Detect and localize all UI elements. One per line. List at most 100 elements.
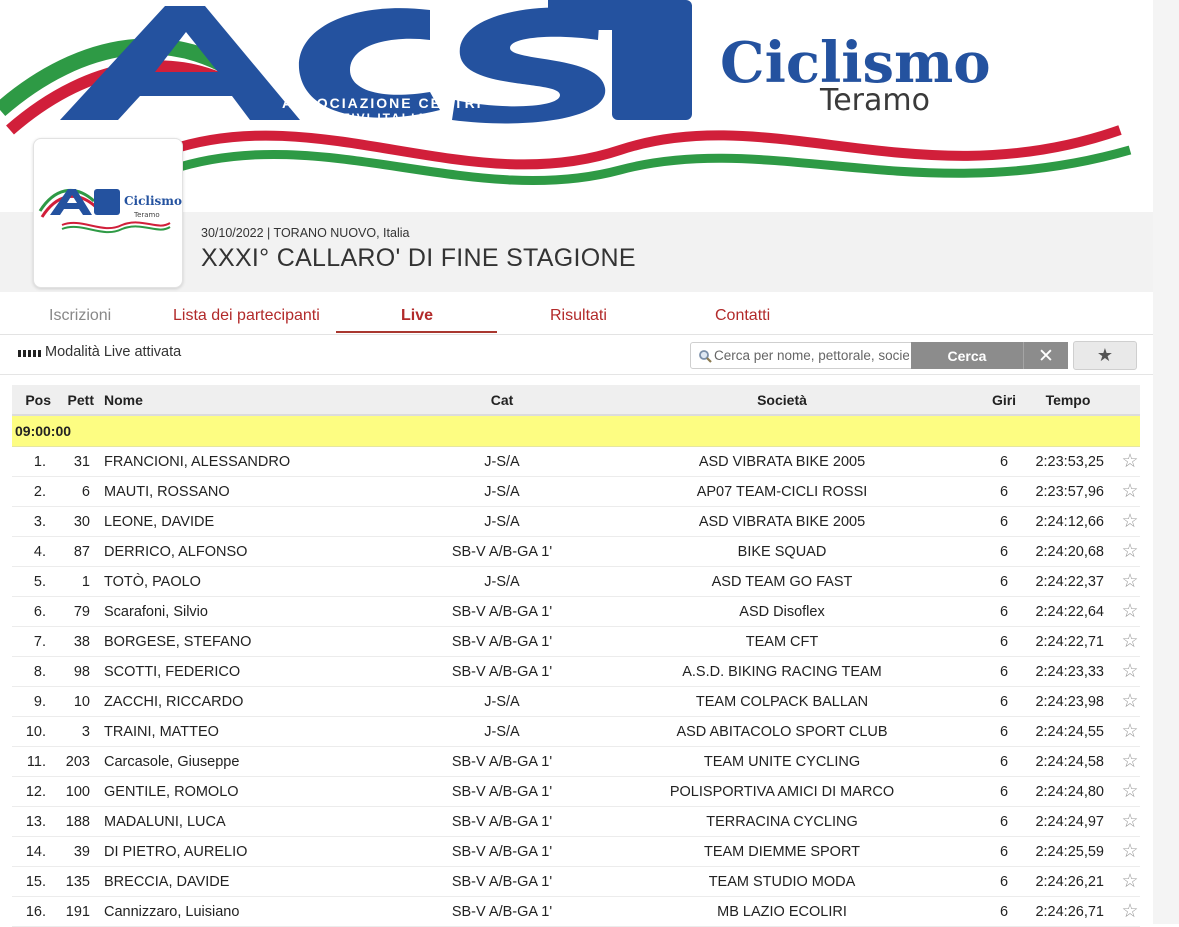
row-societa: A.S.D. BIKING RACING TEAM bbox=[682, 663, 882, 680]
row-nome: MADALUNI, LUCA bbox=[104, 813, 226, 830]
favorites-button[interactable]: ★ bbox=[1073, 341, 1137, 370]
tab-bar: Iscrizioni Lista dei partecipanti Live R… bbox=[0, 300, 1153, 335]
row-societa: TEAM CFT bbox=[745, 633, 819, 650]
row-cat: SB-V A/B-GA 1' bbox=[451, 543, 553, 560]
row-cat: J-S/A bbox=[484, 693, 520, 710]
active-tab-indicator bbox=[336, 331, 497, 333]
row-tempo: 2:24:12,66 bbox=[1035, 513, 1104, 530]
favorite-star-icon[interactable]: ☆ bbox=[1120, 507, 1140, 536]
start-time-label: 09:00:00 bbox=[15, 423, 72, 439]
header-pett[interactable]: Pett bbox=[57, 385, 94, 414]
table-row[interactable]: 6. 79 Scarafoni, Silvio SB-V A/B-GA 1' ASD D… bbox=[12, 597, 1140, 627]
row-cat: J-S/A bbox=[484, 453, 520, 470]
table-row[interactable]: 7. 38 BORGESE, STEFANO SB-V A/B-GA 1' TEAM C… bbox=[12, 627, 1140, 657]
header-societa[interactable]: Società bbox=[612, 385, 952, 414]
row-tempo: 2:24:20,68 bbox=[1035, 543, 1104, 560]
favorite-star-icon[interactable]: ☆ bbox=[1120, 537, 1140, 566]
live-status-text: Modalità Live attivata bbox=[45, 344, 182, 360]
row-nome: TOTÒ, PAOLO bbox=[104, 573, 201, 590]
row-pos: 14. bbox=[25, 843, 46, 860]
table-row[interactable]: 14. 39 DI PIETRO, AURELIO SB-V A/B-GA 1' TEA… bbox=[12, 837, 1140, 867]
favorite-star-icon[interactable]: ☆ bbox=[1120, 567, 1140, 596]
row-tempo: 2:24:22,64 bbox=[1035, 603, 1104, 620]
table-row[interactable]: 13. 188 MADALUNI, LUCA SB-V A/B-GA 1' TERRAC… bbox=[12, 807, 1140, 837]
favorite-star-icon[interactable]: ☆ bbox=[1120, 807, 1140, 836]
header-cat[interactable]: Cat bbox=[432, 385, 572, 414]
row-societa: POLISPORTIVA AMICI DI MARCO bbox=[669, 783, 895, 800]
row-societa: ASD ABITACOLO SPORT CLUB bbox=[676, 723, 888, 740]
table-row[interactable]: 5. 1 TOTÒ, PAOLO J-S/A ASD TEAM GO FAST 6 2:24… bbox=[12, 567, 1140, 597]
row-tempo: 2:24:26,71 bbox=[1035, 903, 1104, 920]
header-giri[interactable]: Giri bbox=[982, 385, 1026, 414]
row-cat: SB-V A/B-GA 1' bbox=[451, 873, 553, 890]
tab-risultati[interactable]: Risultati bbox=[550, 307, 607, 325]
table-row[interactable]: 12. 100 GENTILE, ROMOLO SB-V A/B-GA 1' POLIS… bbox=[12, 777, 1140, 807]
row-cat: SB-V A/B-GA 1' bbox=[451, 783, 553, 800]
favorite-star-icon[interactable]: ☆ bbox=[1120, 447, 1140, 476]
row-nome: LEONE, DAVIDE bbox=[104, 513, 215, 530]
row-pett: 38 bbox=[73, 633, 90, 650]
row-giri: 6 bbox=[999, 783, 1009, 800]
row-cat: SB-V A/B-GA 1' bbox=[451, 843, 553, 860]
organizer-logo[interactable]: Ciclismo Teramo bbox=[33, 138, 183, 288]
header-tempo[interactable]: Tempo bbox=[1036, 385, 1100, 414]
row-cat: SB-V A/B-GA 1' bbox=[451, 633, 553, 650]
search-input[interactable] bbox=[712, 348, 909, 363]
favorite-star-icon[interactable]: ☆ bbox=[1120, 777, 1140, 806]
row-pos: 3. bbox=[33, 513, 46, 530]
row-tempo: 2:23:57,96 bbox=[1035, 483, 1104, 500]
table-row[interactable]: 16. 191 Cannizzaro, Luisiano SB-V A/B-GA 1'… bbox=[12, 897, 1140, 927]
row-pett: 203 bbox=[65, 753, 90, 770]
close-icon: ✕ bbox=[1038, 344, 1054, 367]
tab-live[interactable]: Live bbox=[401, 307, 433, 325]
tab-iscrizioni[interactable]: Iscrizioni bbox=[49, 307, 111, 325]
table-row[interactable]: 1. 31 FRANCIONI, ALESSANDRO J-S/A ASD VIBRAT… bbox=[12, 447, 1140, 477]
row-cat: SB-V A/B-GA 1' bbox=[451, 663, 553, 680]
table-row[interactable]: 11. 203 Carcasole, Giuseppe SB-V A/B-GA 1' T… bbox=[12, 747, 1140, 777]
header-pos[interactable]: Pos bbox=[12, 385, 51, 414]
row-pos: 4. bbox=[33, 543, 46, 560]
row-cat: SB-V A/B-GA 1' bbox=[451, 813, 553, 830]
row-pett: 100 bbox=[65, 783, 90, 800]
row-societa: MB LAZIO ECOLIRI bbox=[717, 903, 847, 920]
favorite-star-icon[interactable]: ☆ bbox=[1120, 867, 1140, 896]
row-giri: 6 bbox=[999, 723, 1009, 740]
row-pett: 79 bbox=[73, 603, 90, 620]
favorite-star-icon[interactable]: ☆ bbox=[1120, 897, 1140, 926]
row-pett: 1 bbox=[81, 573, 90, 590]
row-tempo: 2:24:25,59 bbox=[1035, 843, 1104, 860]
row-tempo: 2:24:24,55 bbox=[1035, 723, 1104, 740]
table-row[interactable]: 15. 135 BRECCIA, DAVIDE SB-V A/B-GA 1' TEAM … bbox=[12, 867, 1140, 897]
live-status: Modalità Live attivata bbox=[18, 344, 181, 360]
table-row[interactable]: 4. 87 DERRICO, ALFONSO SB-V A/B-GA 1' BIKE S… bbox=[12, 537, 1140, 567]
header-nome[interactable]: Nome bbox=[104, 385, 404, 414]
favorite-star-icon[interactable]: ☆ bbox=[1120, 657, 1140, 686]
row-pos: 2. bbox=[33, 483, 46, 500]
star-icon: ★ bbox=[1096, 345, 1114, 366]
favorite-star-icon[interactable]: ☆ bbox=[1120, 477, 1140, 506]
event-date: 30/10/2022 bbox=[201, 226, 264, 240]
row-tempo: 2:24:24,58 bbox=[1035, 753, 1104, 770]
row-cat: SB-V A/B-GA 1' bbox=[451, 753, 553, 770]
favorite-star-icon[interactable]: ☆ bbox=[1120, 837, 1140, 866]
table-row[interactable]: 3. 30 LEONE, DAVIDE J-S/A ASD VIBRATA BIKE 2… bbox=[12, 507, 1140, 537]
favorite-star-icon[interactable]: ☆ bbox=[1120, 597, 1140, 626]
row-pett: 10 bbox=[73, 693, 90, 710]
table-row[interactable]: 10. 3 TRAINI, MATTEO J-S/A ASD ABITACOLO SPO… bbox=[12, 717, 1140, 747]
tab-lista-partecipanti[interactable]: Lista dei partecipanti bbox=[173, 307, 320, 325]
favorite-star-icon[interactable]: ☆ bbox=[1120, 717, 1140, 746]
favorite-star-icon[interactable]: ☆ bbox=[1120, 687, 1140, 716]
row-pos: 16. bbox=[25, 903, 46, 920]
clear-search-button[interactable]: ✕ bbox=[1023, 342, 1068, 369]
favorite-star-icon[interactable]: ☆ bbox=[1120, 747, 1140, 776]
start-group-row: 09:00:00 bbox=[12, 416, 1140, 447]
table-row[interactable]: 9. 10 ZACCHI, RICCARDO J-S/A TEAM COLPACK BA… bbox=[12, 687, 1140, 717]
favorite-star-icon[interactable]: ☆ bbox=[1120, 627, 1140, 656]
row-societa: ASD Disoflex bbox=[739, 603, 825, 620]
row-nome: TRAINI, MATTEO bbox=[104, 723, 219, 740]
tab-contatti[interactable]: Contatti bbox=[715, 307, 770, 325]
search-button[interactable]: Cerca bbox=[911, 342, 1023, 369]
table-row[interactable]: 2. 6 MAUTI, ROSSANO J-S/A AP07 TEAM-CICLI RO… bbox=[12, 477, 1140, 507]
row-tempo: 2:24:24,97 bbox=[1035, 813, 1104, 830]
table-row[interactable]: 8. 98 SCOTTI, FEDERICO SB-V A/B-GA 1' A.S.D.… bbox=[12, 657, 1140, 687]
